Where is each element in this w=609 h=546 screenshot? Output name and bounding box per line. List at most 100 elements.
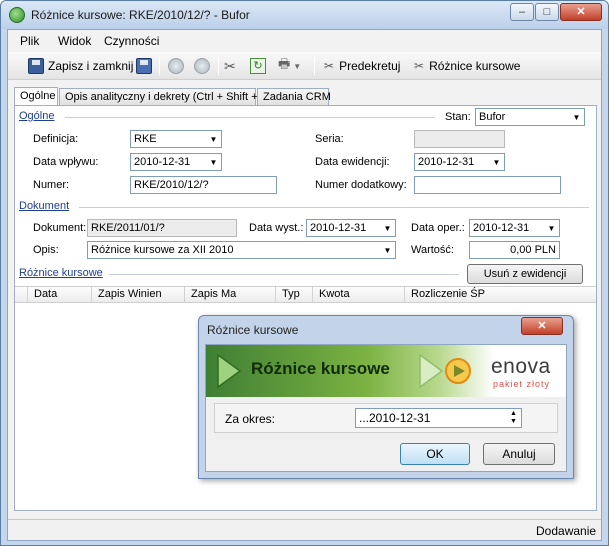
toolbar-separator — [218, 57, 219, 75]
maximize-button[interactable]: □ — [535, 3, 559, 21]
opis-value: Różnice kursowe za XII 2010 — [91, 244, 234, 256]
seria-label: Seria: — [315, 133, 344, 145]
back-icon — [168, 58, 184, 74]
chevron-down-icon: ▼ — [293, 61, 302, 71]
za-okres-group: Za okres: ...2010-12-31 ▲ ▼ — [214, 403, 558, 433]
save-close-label: Zapisz i zamknij — [48, 59, 134, 73]
data-oper-field[interactable]: 2010-12-31 ▼ — [469, 219, 560, 237]
predekretuj-icon: ✂ — [324, 59, 335, 73]
menu-widok[interactable]: Widok — [58, 34, 91, 48]
section-roznice-kursowe: Różnice kursowe — [19, 267, 103, 279]
column-rozliczenie-sp[interactable]: Rozliczenie ŚP — [404, 287, 565, 303]
save-close-button[interactable]: Zapisz i zamknij — [28, 56, 133, 76]
anuluj-button[interactable]: Anuluj — [483, 443, 555, 465]
data-wplywu-field[interactable]: 2010-12-31 ▼ — [130, 153, 222, 171]
enova-logo: enova — [491, 355, 551, 378]
play-arrow-decor-icon — [419, 353, 444, 389]
calendar-dropdown-icon: ▼ — [544, 220, 559, 236]
tab-opis-analityczny[interactable]: Opis analityczny i dekrety (Ctrl + Shift… — [59, 88, 272, 106]
minimize-button[interactable]: – — [510, 3, 534, 21]
section-divider — [79, 207, 589, 208]
stan-select[interactable]: Bufor ▼ — [475, 108, 585, 126]
data-oper-label: Data oper.: — [411, 222, 465, 234]
save-button[interactable] — [136, 56, 156, 76]
dialog-body: Różnice kursowe enova pakiet złoty Za ok… — [205, 344, 567, 472]
section-divider — [65, 117, 435, 118]
data-wplywu-value: 2010-12-31 — [134, 156, 191, 168]
enova-logo-subtitle: pakiet złoty — [493, 379, 551, 389]
calendar-dropdown-icon: ▼ — [380, 220, 395, 236]
opis-field[interactable]: Różnice kursowe za XII 2010 ▼ — [87, 241, 396, 259]
banner-title: Różnice kursowe — [251, 359, 390, 378]
calendar-dropdown-icon: ▼ — [489, 154, 504, 170]
numer-label: Numer: — [33, 179, 70, 191]
forward-button[interactable] — [194, 56, 214, 76]
predekretuj-button[interactable]: ✂ Predekretuj — [324, 56, 400, 76]
save-icon — [28, 58, 44, 74]
main-window: Różnice kursowe: RKE/2010/12/? - Bufor –… — [0, 0, 609, 546]
orange-play-icon — [445, 358, 471, 384]
dialog-close-button[interactable]: ✕ — [521, 317, 563, 335]
play-arrow-icon — [217, 353, 242, 389]
seria-field[interactable] — [414, 130, 505, 148]
definicja-value: RKE — [134, 133, 157, 145]
data-ewidencji-value: 2010-12-31 — [418, 156, 475, 168]
menu-plik[interactable]: Plik — [20, 34, 39, 48]
za-okres-label: Za okres: — [225, 412, 276, 426]
back-button[interactable] — [168, 56, 188, 76]
column-zapis-winien[interactable]: Zapis Winien — [91, 287, 184, 303]
usun-z-ewidencji-button[interactable]: Usuń z ewidencji — [467, 264, 583, 284]
toolbar-separator — [314, 57, 315, 75]
data-wyst-label: Data wyst.: — [249, 222, 304, 234]
status-text: Dodawanie — [536, 524, 597, 538]
predekretuj-label: Predekretuj — [339, 59, 401, 73]
data-ewidencji-label: Data ewidencji: — [315, 156, 390, 168]
menu-czynnosci[interactable]: Czynności — [104, 34, 159, 48]
chevron-down-icon: ▼ — [380, 242, 395, 258]
column-kwota[interactable]: Kwota — [312, 287, 404, 303]
toolbar-separator — [159, 57, 160, 75]
numer-field[interactable]: RKE/2010/12/? — [130, 176, 277, 194]
title-bar: Różnice kursowe: RKE/2010/12/? - Bufor –… — [1, 1, 608, 29]
tab-ogolne[interactable]: Ogólne — [14, 87, 58, 106]
stan-label: Stan: — [445, 111, 471, 123]
section-dokument: Dokument — [19, 200, 70, 212]
print-button[interactable]: 🖶 ▼ — [278, 56, 301, 76]
grid-selector-column — [15, 287, 27, 303]
chevron-down-icon: ▼ — [206, 131, 221, 147]
wartosc-field[interactable]: 0,00 PLN — [469, 241, 560, 259]
opis-label: Opis: — [33, 244, 59, 256]
ok-button[interactable]: OK — [400, 443, 470, 465]
refresh-button[interactable]: ↻ — [250, 56, 270, 76]
forward-icon — [194, 58, 210, 74]
dialog-title: Różnice kursowe — [207, 323, 299, 337]
numer-dodatkowy-field[interactable] — [414, 176, 561, 194]
definicja-select[interactable]: RKE ▼ — [130, 130, 222, 148]
roznice-kursowe-button[interactable]: ✂ Różnice kursowe — [414, 56, 520, 76]
za-okres-field[interactable]: ...2010-12-31 ▲ ▼ — [355, 408, 522, 428]
dokument-field[interactable]: RKE/2011/01/? — [87, 219, 237, 237]
window-title: Różnice kursowe: RKE/2010/12/? - Bufor — [31, 8, 250, 22]
status-bar: Dodawanie — [8, 519, 601, 540]
column-zapis-ma[interactable]: Zapis Ma — [184, 287, 275, 303]
za-okres-value: ...2010-12-31 — [359, 411, 431, 425]
close-button[interactable]: ✕ — [560, 3, 602, 21]
data-wyst-field[interactable]: 2010-12-31 ▼ — [306, 219, 396, 237]
tab-zadania-crm[interactable]: Zadania CRM — [257, 88, 331, 106]
numer-dodatkowy-label: Numer dodatkowy: — [315, 179, 407, 191]
data-ewidencji-field[interactable]: 2010-12-31 ▼ — [414, 153, 505, 171]
tools-button[interactable]: ✂ — [224, 56, 236, 76]
menu-bar: Plik Widok Czynności — [8, 30, 601, 52]
column-typ[interactable]: Typ — [275, 287, 312, 303]
tools-icon: ✂ — [224, 57, 236, 74]
dialog-banner: Różnice kursowe enova pakiet złoty — [206, 345, 566, 397]
dokument-label: Dokument: — [33, 222, 87, 234]
spinner-icon[interactable]: ▲ ▼ — [506, 409, 521, 427]
section-divider — [109, 274, 459, 275]
chevron-down-icon: ▼ — [569, 109, 584, 125]
roznice-kursowe-dialog: Różnice kursowe ✕ Różnice kursowe enova … — [198, 315, 574, 479]
section-ogolne: Ogólne — [19, 110, 55, 122]
print-icon: 🖶 — [278, 56, 291, 71]
column-data[interactable]: Data — [27, 287, 91, 303]
roznice-label: Różnice kursowe — [429, 59, 521, 73]
